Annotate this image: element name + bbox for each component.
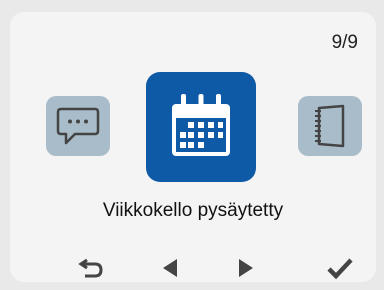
- back-icon: [78, 258, 103, 278]
- checkmark-icon: [327, 258, 353, 280]
- confirm-button[interactable]: [318, 250, 362, 286]
- arrow-left-icon: [163, 259, 177, 277]
- previous-button[interactable]: [148, 250, 192, 286]
- next-button[interactable]: [224, 250, 268, 286]
- back-button[interactable]: [70, 250, 114, 286]
- selected-item-caption: Viikkokello pysäytetty: [102, 200, 284, 221]
- menu-item-weekly-clock[interactable]: [146, 72, 256, 182]
- notebook-icon: [315, 104, 345, 148]
- calendar-icon: [172, 94, 230, 156]
- page-counter: 9/9: [331, 32, 358, 53]
- menu-item-notebook[interactable]: [298, 96, 362, 156]
- menu-item-messages[interactable]: [46, 96, 110, 156]
- arrow-right-icon: [239, 259, 253, 277]
- chat-bubble-icon: [56, 107, 100, 145]
- device-screen: 9/9 Viikkokello pysäytetty: [10, 12, 376, 282]
